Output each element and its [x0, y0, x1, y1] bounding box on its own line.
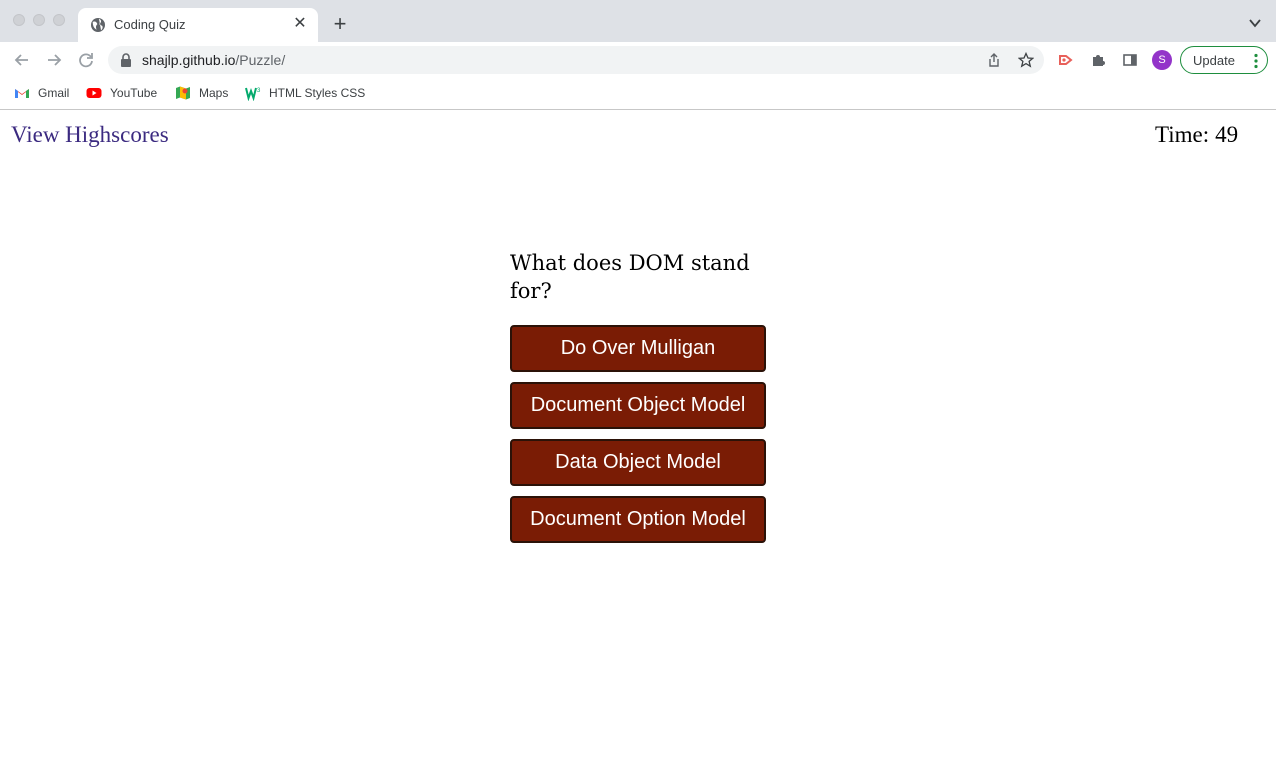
window-minimize-button[interactable]: [33, 14, 45, 26]
page-content: View Highscores Time: 49 What does DOM st…: [0, 111, 1276, 777]
star-icon[interactable]: [1018, 52, 1034, 68]
bookmark-gmail[interactable]: Gmail: [14, 84, 69, 102]
reload-icon[interactable]: [76, 50, 96, 70]
lock-icon[interactable]: [120, 53, 132, 67]
more-menu-icon: [1254, 53, 1258, 69]
address-bar[interactable]: shajlp.github.io/Puzzle/: [108, 46, 1044, 74]
bookmark-maps[interactable]: Maps: [175, 84, 228, 102]
bookmark-w3schools[interactable]: 3 HTML Styles CSS: [245, 84, 365, 102]
timer: Time: 49: [1155, 122, 1238, 148]
side-panel-icon[interactable]: [1122, 52, 1138, 68]
bookmarks-bar: Gmail YouTube Maps 3 HTML Styles CSS: [0, 78, 1276, 110]
tab-strip: Coding Quiz ✕ +: [0, 0, 1276, 42]
answer-list: Do Over Mulligan Document Object Model D…: [510, 325, 766, 543]
timer-label: Time:: [1155, 122, 1210, 147]
bookmark-label: Gmail: [38, 86, 70, 100]
profile-avatar[interactable]: S: [1152, 50, 1172, 70]
svg-text:3: 3: [257, 88, 261, 94]
window-maximize-button[interactable]: [53, 14, 65, 26]
browser-toolbar: shajlp.github.io/Puzzle/ S Update: [0, 42, 1276, 78]
answer-button[interactable]: Data Object Model: [510, 439, 766, 486]
answer-button[interactable]: Document Object Model: [510, 382, 766, 429]
answer-button[interactable]: Do Over Mulligan: [510, 325, 766, 372]
back-arrow-icon[interactable]: [12, 50, 32, 70]
share-icon[interactable]: [986, 52, 1002, 68]
close-tab-icon[interactable]: ✕: [291, 15, 309, 33]
tab-title: Coding Quiz: [114, 17, 186, 32]
new-tab-icon[interactable]: +: [330, 13, 350, 35]
puzzle-extensions-icon[interactable]: [1090, 52, 1106, 68]
url-path: /Puzzle/: [235, 52, 286, 68]
chevron-down-icon[interactable]: [1248, 16, 1262, 30]
forward-arrow-icon[interactable]: [44, 50, 64, 70]
maps-icon: [176, 86, 190, 100]
gmail-icon: [15, 89, 29, 98]
bookmark-youtube[interactable]: YouTube: [86, 84, 157, 102]
window-close-button[interactable]: [13, 14, 25, 26]
view-highscores-link[interactable]: View Highscores: [11, 122, 169, 148]
update-label: Update: [1193, 53, 1235, 68]
url-text: shajlp.github.io/Puzzle/: [142, 52, 285, 68]
bookmark-label: HTML Styles CSS: [269, 86, 366, 100]
quiz-card: What does DOM stand for? Do Over Mulliga…: [510, 249, 766, 553]
question-text: What does DOM stand for?: [510, 251, 750, 303]
timer-value: 49: [1215, 122, 1239, 147]
update-button[interactable]: Update: [1180, 46, 1268, 74]
extension-arrow-icon[interactable]: [1058, 52, 1074, 68]
bookmark-label: YouTube: [110, 86, 158, 100]
url-host: shajlp.github.io: [142, 52, 236, 68]
answer-button[interactable]: Document Option Model: [510, 496, 766, 543]
globe-icon: [91, 18, 105, 32]
w3schools-icon: 3: [245, 87, 261, 101]
youtube-icon: [86, 88, 102, 98]
bookmark-label: Maps: [199, 86, 229, 100]
browser-tab[interactable]: Coding Quiz ✕: [78, 8, 318, 42]
